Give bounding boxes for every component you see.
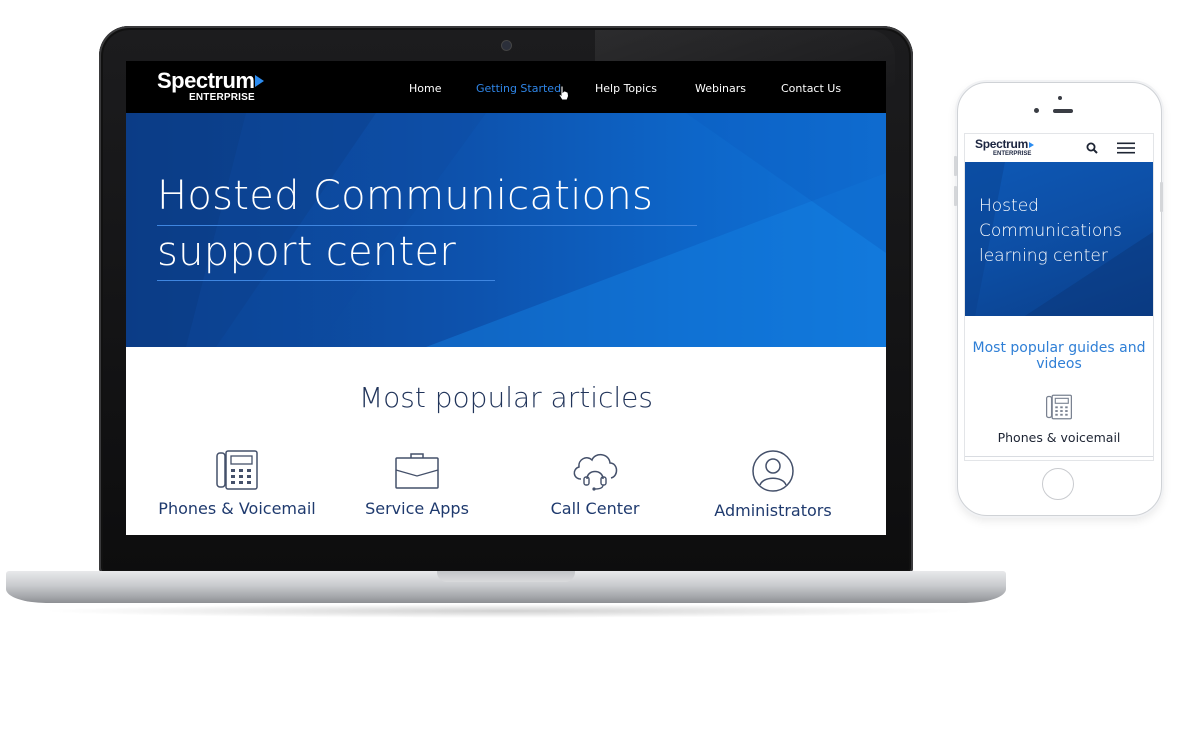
laptop-screen: Spectrum ENTERPRISE Home Getting Started… <box>126 61 886 535</box>
spectrum-enterprise-logo[interactable]: Spectrum ENTERPRISE <box>157 68 265 104</box>
briefcase-icon <box>395 453 439 489</box>
mobile-hero-title-line-3: learning center <box>979 246 1108 266</box>
mobile-logo-arrow-icon <box>1028 142 1034 148</box>
phone-screen: Spectrum ENTERPRISE Hosted Communication… <box>964 133 1154 461</box>
mobile-hero-title-line-1: Hosted <box>979 196 1039 216</box>
hero-underline-2 <box>157 280 495 281</box>
desk-phone-icon[interactable] <box>1045 394 1073 420</box>
mobile-category-phones-voicemail[interactable]: Phones & voicemail <box>965 430 1153 445</box>
laptop-opening-notch <box>437 571 575 582</box>
nav-webinars[interactable]: Webinars <box>695 82 746 95</box>
nav-getting-started[interactable]: Getting Started <box>476 82 561 95</box>
phone-volume-down-button <box>954 186 957 206</box>
phone-power-button <box>1160 182 1163 212</box>
nav-help-topics[interactable]: Help Topics <box>595 82 657 95</box>
laptop-shadow <box>40 604 970 618</box>
laptop-camera <box>502 41 511 50</box>
desk-phone-icon <box>216 450 258 490</box>
phone-front-camera <box>1058 96 1062 100</box>
mobile-divider <box>965 456 1153 457</box>
mobile-header: Spectrum ENTERPRISE <box>965 134 1153 162</box>
user-icon <box>752 450 794 492</box>
logo-subtitle: ENTERPRISE <box>189 92 255 103</box>
category-service-apps[interactable]: Service Apps <box>327 449 507 518</box>
category-label: Service Apps <box>365 499 469 518</box>
phone-volume-up-button <box>954 156 957 176</box>
category-phones-voicemail[interactable]: Phones & Voicemail <box>147 449 327 518</box>
phone-sensor <box>1034 108 1039 113</box>
hero-banner: Hosted Communications support center <box>126 113 886 347</box>
category-label: Call Center <box>550 499 640 518</box>
hero-title-line-2: support center <box>157 229 457 275</box>
phone-home-button[interactable] <box>1042 468 1074 500</box>
logo-wordmark: Spectrum <box>157 68 255 93</box>
nav-contact-us[interactable]: Contact Us <box>781 82 841 95</box>
category-label: Administrators <box>714 501 832 520</box>
mobile-hero-banner: Hosted Communications learning center <box>965 162 1153 316</box>
top-navigation: Spectrum ENTERPRISE Home Getting Started… <box>126 61 886 113</box>
mobile-logo-wordmark: Spectrum <box>975 137 1028 151</box>
hamburger-menu-icon[interactable] <box>1117 142 1135 154</box>
category-label: Phones & Voicemail <box>158 499 316 518</box>
mobile-hero-title-line-2: Communications <box>979 221 1122 241</box>
logo-arrow-icon <box>255 75 265 87</box>
popular-articles-heading: Most popular articles <box>359 381 653 414</box>
hand-cursor-icon <box>558 85 569 101</box>
category-administrators[interactable]: Administrators <box>683 449 863 520</box>
hero-underline-1 <box>157 225 697 226</box>
hero-title-line-1: Hosted Communications <box>157 173 654 219</box>
search-icon[interactable] <box>1086 142 1098 154</box>
phone-speaker <box>1053 109 1073 113</box>
cloud-headset-icon <box>573 454 618 491</box>
mobile-logo-subtitle: ENTERPRISE <box>993 151 1032 157</box>
mobile-popular-heading: Most popular guides and videos <box>972 340 1146 372</box>
nav-home[interactable]: Home <box>409 82 441 95</box>
category-call-center[interactable]: Call Center <box>505 449 685 518</box>
mobile-spectrum-logo[interactable]: Spectrum ENTERPRISE <box>975 138 1034 158</box>
